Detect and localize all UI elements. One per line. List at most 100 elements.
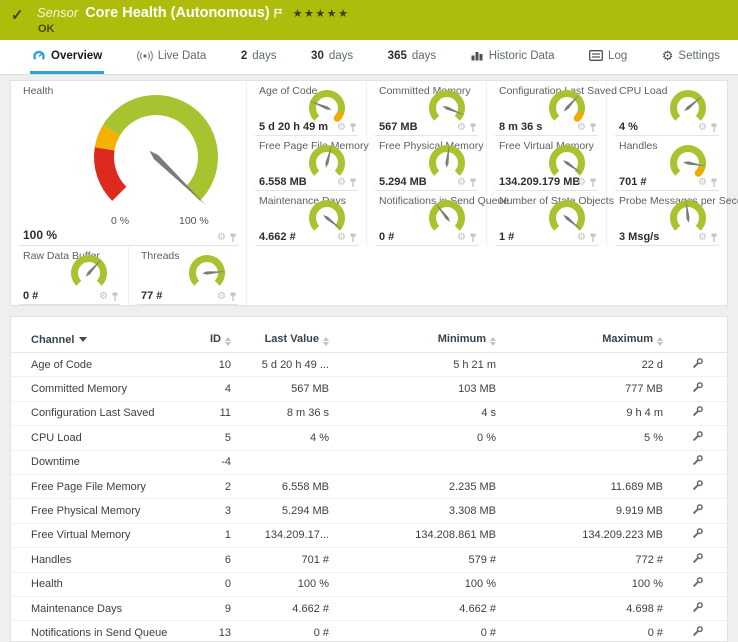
channel-table-body: Age of Code105 d 20 h 49 ...5 h 21 m22 d… xyxy=(11,353,727,642)
table-row-maintenance-days[interactable]: Maintenance Days94.662 #4.662 #4.698 # xyxy=(11,597,727,621)
gear-icon[interactable]: ⚙ xyxy=(337,233,346,243)
pin-icon[interactable] xyxy=(589,233,597,243)
gauge-mini-actions: ⚙ xyxy=(457,178,477,188)
priority-stars[interactable]: ★★★★★ xyxy=(293,5,350,20)
edit-channel-icon[interactable] xyxy=(692,504,703,515)
gear-icon[interactable]: ⚙ xyxy=(577,233,586,243)
gauge-cell-handles[interactable]: Handles701 #⚙ xyxy=(607,136,727,191)
gauge-mini-actions: ⚙ xyxy=(577,233,597,243)
table-row-configuration-last-saved[interactable]: Configuration Last Saved118 m 36 s4 s9 h… xyxy=(11,402,727,426)
edit-channel-icon[interactable] xyxy=(692,406,703,417)
gear-icon[interactable]: ⚙ xyxy=(457,178,466,188)
edit-channel-icon[interactable] xyxy=(692,553,703,564)
edit-channel-icon[interactable] xyxy=(692,358,703,369)
edit-channel-icon[interactable] xyxy=(692,528,703,539)
gauge-cell-notifications-in-send-queue[interactable]: Notifications in Send Queue0 #⚙ xyxy=(367,191,487,246)
pin-icon[interactable] xyxy=(469,123,477,133)
gauge-cell-probe-messages-per-second[interactable]: Probe Messages per Second3 Msg/s⚙ xyxy=(607,191,727,246)
table-row-committed-memory[interactable]: Committed Memory4567 MB103 MB777 MB xyxy=(11,377,727,401)
column-header-id[interactable]: ID xyxy=(189,333,231,347)
tab-log[interactable]: Log xyxy=(587,40,629,74)
cell-last-value: 6.558 MB xyxy=(231,481,329,493)
gauge-cell-free-page-file-memory[interactable]: Free Page File Memory6.558 MB⚙ xyxy=(247,136,367,191)
gear-icon[interactable]: ⚙ xyxy=(577,123,586,133)
gear-icon[interactable]: ⚙ xyxy=(217,292,226,302)
column-header-channel[interactable]: Channel xyxy=(11,334,189,346)
pin-icon[interactable] xyxy=(469,233,477,243)
gear-icon[interactable]: ⚙ xyxy=(217,233,226,243)
pin-icon[interactable] xyxy=(349,233,357,243)
table-row-free-page-file-memory[interactable]: Free Page File Memory26.558 MB2.235 MB11… xyxy=(11,475,727,499)
gear-icon[interactable]: ⚙ xyxy=(698,233,707,243)
table-row-age-of-code[interactable]: Age of Code105 d 20 h 49 ...5 h 21 m22 d xyxy=(11,353,727,377)
cell-id: 11 xyxy=(189,407,231,419)
cell-maximum: 4.698 # xyxy=(496,603,663,615)
edit-channel-icon[interactable] xyxy=(692,626,703,637)
gauge-cell-threads[interactable]: Threads 77 # ⚙ xyxy=(129,246,247,305)
tab-2-days[interactable]: 2days xyxy=(239,40,279,74)
table-row-free-virtual-memory[interactable]: Free Virtual Memory1134.209.17...134.208… xyxy=(11,524,727,548)
table-row-health[interactable]: Health0100 %100 %100 % xyxy=(11,573,727,597)
pin-icon[interactable] xyxy=(710,123,718,133)
pin-icon[interactable] xyxy=(349,123,357,133)
gauge-title: Threads xyxy=(141,250,180,262)
gauge-cell-raw-data-buffer[interactable]: Raw Data Buffer0 #⚙ xyxy=(11,246,129,305)
edit-channel-icon[interactable] xyxy=(692,577,703,588)
pin-icon[interactable] xyxy=(229,233,237,243)
gear-icon[interactable]: ⚙ xyxy=(577,178,586,188)
gauge-cell-committed-memory[interactable]: Committed Memory567 MB⚙ xyxy=(367,81,487,136)
column-header-last-value[interactable]: Last Value xyxy=(231,333,329,347)
table-row-handles[interactable]: Handles6701 #579 #772 # xyxy=(11,548,727,572)
edit-channel-icon[interactable] xyxy=(692,431,703,442)
table-row-cpu-load[interactable]: CPU Load54 %0 %5 % xyxy=(11,426,727,450)
gauge-cell-free-physical-memory[interactable]: Free Physical Memory5.294 MB⚙ xyxy=(367,136,487,191)
pin-icon[interactable] xyxy=(349,178,357,188)
edit-channel-icon[interactable] xyxy=(692,602,703,613)
table-row-notifications-in-send-queue[interactable]: Notifications in Send Queue130 #0 #0 # xyxy=(11,621,727,642)
flag-icon[interactable] xyxy=(273,5,283,24)
gauge-value: 77 # xyxy=(141,290,162,302)
tab-365-days[interactable]: 365days xyxy=(386,40,438,74)
pin-icon[interactable] xyxy=(111,292,119,302)
tab-live-data[interactable]: Live Data xyxy=(135,40,209,74)
table-row-free-physical-memory[interactable]: Free Physical Memory35.294 MB3.308 MB9.9… xyxy=(11,499,727,523)
cell-channel: Configuration Last Saved xyxy=(11,407,189,419)
pin-icon[interactable] xyxy=(589,178,597,188)
gauge-mini-actions: ⚙ xyxy=(337,233,357,243)
tab-30-days[interactable]: 30days xyxy=(309,40,355,74)
gear-icon[interactable]: ⚙ xyxy=(337,178,346,188)
edit-channel-icon[interactable] xyxy=(692,455,703,466)
tab-overview[interactable]: Overview xyxy=(30,40,104,74)
gear-icon[interactable]: ⚙ xyxy=(99,292,108,302)
pin-icon[interactable] xyxy=(469,178,477,188)
gauge-cell-health[interactable]: Health0 %100 %100 %⚙ xyxy=(11,81,247,246)
cell-edit xyxy=(663,626,727,640)
cell-last-value: 567 MB xyxy=(231,383,329,395)
gauge-cell-number-of-state-objects[interactable]: Number of State Objects1 #⚙ xyxy=(487,191,607,246)
tab-label: days xyxy=(252,50,276,62)
edit-channel-icon[interactable] xyxy=(692,480,703,491)
gauge-cell-cpu-load[interactable]: CPU Load4 %⚙ xyxy=(607,81,727,136)
tab-historic-data[interactable]: Historic Data xyxy=(469,40,557,74)
gear-icon[interactable]: ⚙ xyxy=(457,233,466,243)
gauge-cell-maintenance-days[interactable]: Maintenance Days4.662 #⚙ xyxy=(247,191,367,246)
pin-icon[interactable] xyxy=(710,178,718,188)
column-header-minimum[interactable]: Minimum xyxy=(329,333,496,347)
gauge-value: 134.209.179 MB xyxy=(499,176,580,188)
gauge-cell-configuration-last-saved[interactable]: Configuration Last Saved8 m 36 s⚙ xyxy=(487,81,607,136)
channel-gauge xyxy=(544,197,590,237)
pin-icon[interactable] xyxy=(710,233,718,243)
gauge-cell-age-of-code[interactable]: Age of Code5 d 20 h 49 m⚙ xyxy=(247,81,367,136)
pin-icon[interactable] xyxy=(229,292,237,302)
column-header-maximum[interactable]: Maximum xyxy=(496,333,663,347)
gear-icon[interactable]: ⚙ xyxy=(698,178,707,188)
gauge-cell-free-virtual-memory[interactable]: Free Virtual Memory134.209.179 MB⚙ xyxy=(487,136,607,191)
gear-icon[interactable]: ⚙ xyxy=(698,123,707,133)
gear-icon[interactable]: ⚙ xyxy=(457,123,466,133)
table-row-downtime[interactable]: Downtime-4 xyxy=(11,451,727,475)
pin-icon[interactable] xyxy=(589,123,597,133)
tab-settings[interactable]: ⚙Settings xyxy=(660,40,722,74)
gear-icon[interactable]: ⚙ xyxy=(337,123,346,133)
gauge-title: Handles xyxy=(619,140,658,152)
edit-channel-icon[interactable] xyxy=(692,382,703,393)
